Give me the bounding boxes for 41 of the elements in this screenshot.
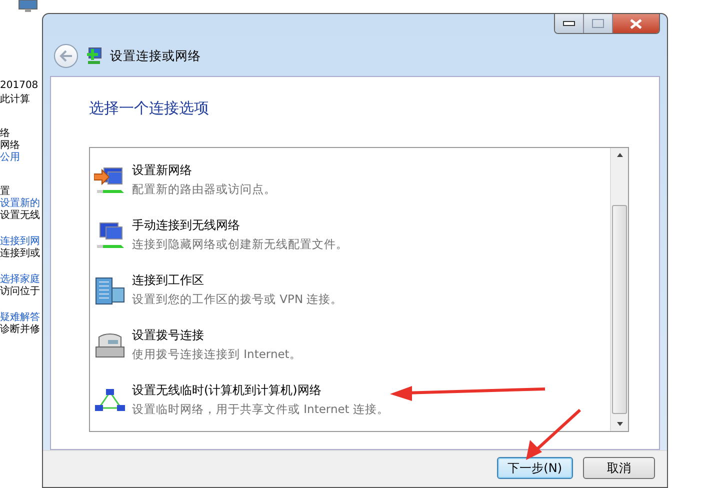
minimize-icon[interactable] <box>563 21 575 26</box>
back-arrow-icon <box>59 50 73 62</box>
label: 连接到或 <box>0 248 41 260</box>
office-building-icon <box>94 276 126 306</box>
link[interactable]: 选择家庭 <box>0 274 42 286</box>
link[interactable]: 设置新的 <box>0 198 42 210</box>
link[interactable]: 公用 <box>0 152 42 164</box>
computer-arrow-icon <box>94 166 126 196</box>
cancel-button[interactable]: 取消 <box>583 457 655 479</box>
option-description: 配置新的路由器或访问点。 <box>132 182 276 197</box>
annotation-arrow <box>526 408 582 460</box>
option-description: 设置到您的工作区的拨号或 VPN 连接。 <box>132 292 343 307</box>
label: 201708 <box>0 80 40 92</box>
option-title[interactable]: 连接到工作区 <box>132 272 343 289</box>
label: 诊断并修 <box>0 324 41 336</box>
computer-network-icon <box>94 221 126 251</box>
label: 访问位于 <box>0 286 41 298</box>
section-heading: 络 <box>0 128 11 140</box>
monitor-icon <box>18 0 38 12</box>
scrollbar[interactable] <box>610 148 628 431</box>
option-description: 连接到隐藏网络或创建新无线配置文件。 <box>132 237 348 252</box>
label: 网络 <box>0 140 21 152</box>
network-computer-icon <box>86 47 102 65</box>
page-heading: 选择一个连接选项 <box>89 99 210 118</box>
link[interactable]: 疑难解答 <box>0 312 42 324</box>
option-title[interactable]: 设置无线临时(计算机到计算机)网络 <box>132 382 389 399</box>
option-description: 使用拨号连接连接到 Internet。 <box>132 347 302 362</box>
option-title[interactable]: 设置新网络 <box>132 162 276 179</box>
option-title[interactable]: 手动连接到无线网络 <box>132 217 348 234</box>
section-heading: 置 <box>0 186 10 198</box>
window-title: 设置连接或网络 <box>110 48 201 64</box>
label: 设置无线 <box>0 210 41 222</box>
link[interactable]: 连接到网 <box>0 236 42 248</box>
back-button[interactable] <box>54 44 78 68</box>
scrollbar-thumb[interactable] <box>612 205 627 414</box>
option-title[interactable]: 设置拨号连接 <box>132 327 302 344</box>
maximize-icon[interactable] <box>592 19 604 28</box>
next-button[interactable]: 下一步(N) <box>496 457 573 479</box>
close-icon[interactable] <box>630 18 642 28</box>
label: 此计算 <box>0 94 31 106</box>
option-description: 设置临时网络，用于共享文件或 Internet 连接。 <box>132 402 389 417</box>
